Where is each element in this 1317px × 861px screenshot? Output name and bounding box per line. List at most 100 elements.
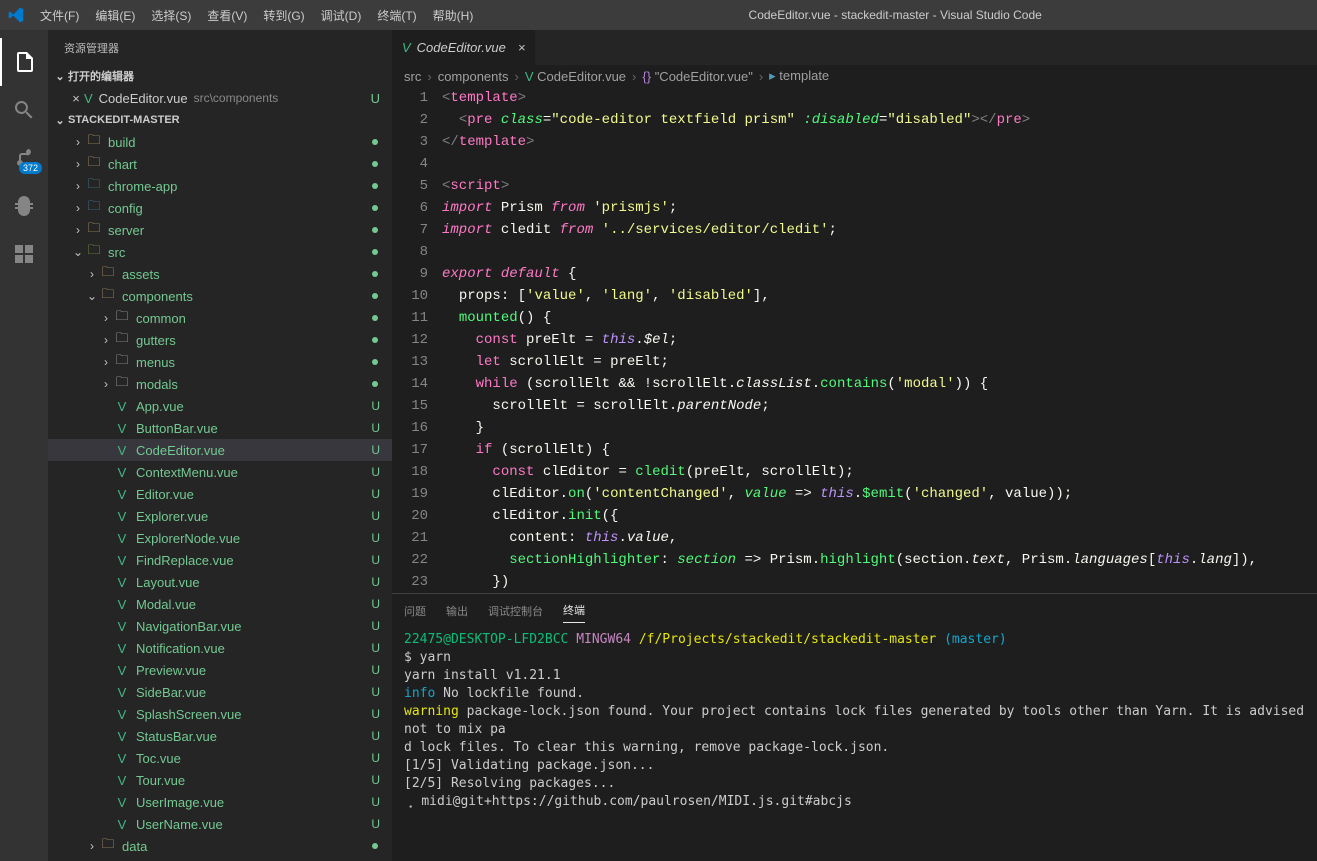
menu-item[interactable]: 文件(F) xyxy=(32,3,87,28)
folder-icon: 🗀 xyxy=(100,285,116,307)
menu-item[interactable]: 帮助(H) xyxy=(425,3,482,28)
git-status: U xyxy=(371,575,380,589)
git-status: U xyxy=(371,751,380,765)
close-icon[interactable]: × xyxy=(518,40,526,55)
folder-item[interactable]: ›🗀data xyxy=(48,835,392,857)
folder-item[interactable]: ›🗀menus xyxy=(48,351,392,373)
folder-icon: 🗀 xyxy=(100,835,116,857)
folder-icon: 🗀 xyxy=(86,153,102,175)
git-status: U xyxy=(371,509,380,523)
tree-item-label: Tour.vue xyxy=(136,773,185,788)
vscode-logo-icon xyxy=(8,7,24,23)
file-item[interactable]: VUserImage.vueU xyxy=(48,791,392,813)
vue-icon: V xyxy=(114,641,130,656)
folder-item[interactable]: ›🗀server xyxy=(48,219,392,241)
file-item[interactable]: VEditor.vueU xyxy=(48,483,392,505)
terminal[interactable]: 22475@DESKTOP-LFD2BCC MINGW64 /f/Project… xyxy=(392,627,1317,861)
folder-item[interactable]: ›🗀common xyxy=(48,307,392,329)
editor-tab[interactable]: V CodeEditor.vue × xyxy=(392,30,536,65)
tree-item-label: NavigationBar.vue xyxy=(136,619,242,634)
file-item[interactable]: V ExplorerNode.vue U xyxy=(48,527,392,549)
vue-icon: V xyxy=(114,685,130,700)
open-editor-item[interactable]: × V CodeEditor.vue src\components U xyxy=(48,87,392,109)
breadcrumb[interactable]: src›components›V CodeEditor.vue›{} "Code… xyxy=(392,65,1317,87)
tree-item-label: Layout.vue xyxy=(136,575,200,590)
file-item[interactable]: VApp.vueU xyxy=(48,395,392,417)
vue-icon: V xyxy=(114,443,130,458)
open-editors-section[interactable]: ⌄打开的编辑器 xyxy=(48,65,392,87)
file-item[interactable]: VButtonBar.vueU xyxy=(48,417,392,439)
folder-icon: 🗀 xyxy=(86,131,102,153)
extensions-activity[interactable] xyxy=(0,230,48,278)
file-item[interactable]: VNotification.vueU xyxy=(48,637,392,659)
file-item[interactable]: VLayout.vueU xyxy=(48,571,392,593)
git-status: U xyxy=(371,641,380,655)
folder-item[interactable]: ⌄🗀src xyxy=(48,241,392,263)
file-item[interactable]: VFindReplace.vueU xyxy=(48,549,392,571)
git-dot xyxy=(372,293,378,299)
git-status: U xyxy=(371,531,380,545)
folder-item[interactable]: ›🗀config xyxy=(48,197,392,219)
panel-tab[interactable]: 调试控制台 xyxy=(488,599,543,623)
file-item[interactable]: VPreview.vueU xyxy=(48,659,392,681)
tree-item-label: chart xyxy=(108,157,137,172)
vue-icon: V xyxy=(114,465,130,480)
folder-item[interactable]: ›🗀modals xyxy=(48,373,392,395)
file-item[interactable]: VStatusBar.vueU xyxy=(48,725,392,747)
folder-icon: 🗀 xyxy=(114,373,130,395)
tree-item-label: common xyxy=(136,311,186,326)
git-status-u: U xyxy=(371,91,380,106)
folder-item[interactable]: ›🗀chart xyxy=(48,153,392,175)
git-dot xyxy=(372,337,378,343)
file-item[interactable]: VSplashScreen.vueU xyxy=(48,703,392,725)
panel-tab[interactable]: 终端 xyxy=(563,598,585,623)
folder-item[interactable]: ⌄🗀components xyxy=(48,285,392,307)
menu-item[interactable]: 转到(G) xyxy=(255,3,312,28)
file-item[interactable]: VToc.vueU xyxy=(48,747,392,769)
file-item[interactable]: VSideBar.vueU xyxy=(48,681,392,703)
menu-item[interactable]: 终端(T) xyxy=(369,3,424,28)
file-item[interactable]: VContextMenu.vueU xyxy=(48,461,392,483)
breadcrumb-item[interactable]: components xyxy=(438,69,509,84)
folder-item[interactable]: ›🗀chrome-app xyxy=(48,175,392,197)
explorer-activity[interactable] xyxy=(0,38,48,86)
git-dot xyxy=(372,249,378,255)
line-gutter: 1234567891011121314151617181920212223 xyxy=(392,87,442,593)
file-item[interactable]: VTour.vueU xyxy=(48,769,392,791)
panel-tab[interactable]: 输出 xyxy=(446,599,468,623)
scm-activity[interactable]: 372 xyxy=(0,134,48,182)
panel-tab[interactable]: 问题 xyxy=(404,599,426,623)
folder-item[interactable]: ›🗀assets xyxy=(48,263,392,285)
tree-item-label: ExplorerNode.vue xyxy=(136,531,240,546)
tree-item-label: FindReplace.vue xyxy=(136,553,234,568)
tree-item-label: CodeEditor.vue xyxy=(136,443,225,458)
workspace-section[interactable]: ⌄STACKEDIT-MASTER xyxy=(48,109,392,131)
menu-item[interactable]: 编辑(E) xyxy=(87,3,143,28)
tab-label: CodeEditor.vue xyxy=(417,40,506,55)
editor-tabs: V CodeEditor.vue × xyxy=(392,30,1317,65)
code-editor[interactable]: 1234567891011121314151617181920212223 <t… xyxy=(392,87,1317,593)
file-item[interactable]: VNavigationBar.vueU xyxy=(48,615,392,637)
tree-item-label: menus xyxy=(136,355,175,370)
folder-item[interactable]: ›🗀build xyxy=(48,131,392,153)
close-icon[interactable]: × xyxy=(68,91,84,106)
file-item[interactable]: VModal.vueU xyxy=(48,593,392,615)
file-item[interactable]: VUserName.vueU xyxy=(48,813,392,835)
breadcrumb-item[interactable]: {} "CodeEditor.vue" xyxy=(642,69,752,84)
debug-activity[interactable] xyxy=(0,182,48,230)
menu-item[interactable]: 查看(V) xyxy=(199,3,255,28)
panel: 问题输出调试控制台终端 22475@DESKTOP-LFD2BCC MINGW6… xyxy=(392,593,1317,861)
file-item[interactable]: VCodeEditor.vueU xyxy=(48,439,392,461)
vue-icon: V xyxy=(114,531,130,546)
sidebar: 资源管理器 ⌄打开的编辑器 × V CodeEditor.vue src\com… xyxy=(48,30,392,861)
menu-item[interactable]: 调试(D) xyxy=(313,3,370,28)
breadcrumb-item[interactable]: ▸ template xyxy=(769,68,829,84)
folder-item[interactable]: ›🗀gutters xyxy=(48,329,392,351)
breadcrumb-item[interactable]: src xyxy=(404,69,421,84)
code-content[interactable]: <template> <pre class="code-editor textf… xyxy=(442,87,1317,593)
search-activity[interactable] xyxy=(0,86,48,134)
menu-item[interactable]: 选择(S) xyxy=(143,3,199,28)
breadcrumb-item[interactable]: V CodeEditor.vue xyxy=(525,69,626,84)
file-item[interactable]: VExplorer.vueU xyxy=(48,505,392,527)
git-status: U xyxy=(371,597,380,611)
